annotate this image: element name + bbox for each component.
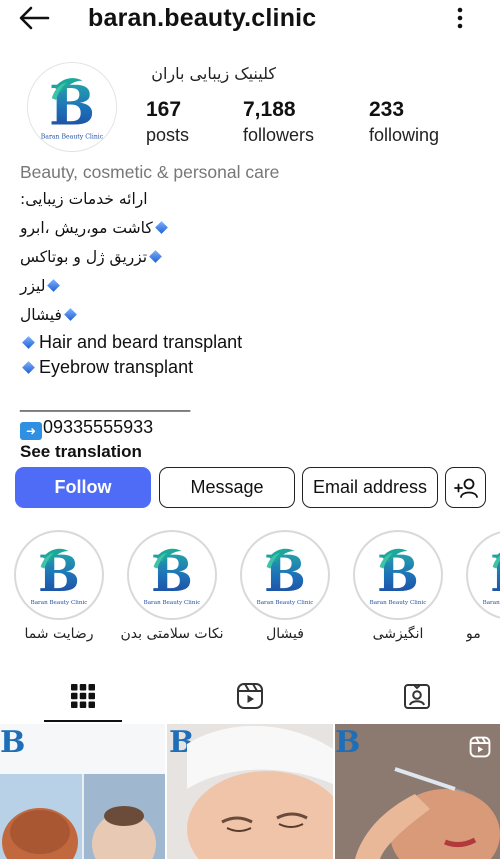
bio-intro: ارائه خدمات زیبایی: [20, 185, 490, 214]
bio-service-item: لیزر [20, 272, 490, 301]
follow-button[interactable]: Follow [15, 467, 151, 508]
diamond-icon [22, 360, 35, 374]
bio-divider: __________________ [20, 393, 191, 412]
highlight-ring [466, 530, 500, 620]
clinic-logo [132, 535, 212, 615]
reels-icon [237, 683, 263, 709]
highlight-ring [127, 530, 217, 620]
posts-stat[interactable]: 167 posts [146, 98, 189, 146]
story-highlight[interactable]: مو [466, 530, 500, 642]
highlight-ring [240, 530, 330, 620]
bio-service-item: کاشت مو،ریش ،ابرو [20, 214, 490, 243]
more-vertical-icon [457, 7, 463, 29]
more-options-button[interactable] [450, 4, 470, 32]
phone-number: 09335555933 [43, 417, 154, 437]
story-highlight[interactable]: رضایت شما [14, 530, 104, 642]
tab-grid[interactable] [0, 668, 166, 724]
add-user-icon [453, 478, 478, 498]
email-address-button[interactable]: Email address [302, 467, 438, 508]
story-highlight[interactable]: نکات سلامتی بدن [121, 530, 223, 642]
arrow-left-icon [19, 6, 50, 30]
bio-intro-text: ارائه خدمات زیبایی: [20, 190, 148, 208]
profile-tabs [0, 668, 500, 724]
posts-count: 167 [146, 98, 182, 121]
grid-icon [71, 684, 95, 708]
clinic-logo [28, 63, 116, 151]
clinic-logo [471, 535, 500, 615]
highlight-ring [14, 530, 104, 620]
facial-treatment-photo: B [167, 724, 333, 859]
active-tab-indicator [44, 720, 122, 722]
bio-service-item: فیشال [20, 301, 490, 330]
diamond-icon [154, 221, 168, 234]
top-bar: baran.beauty.clinic [0, 0, 500, 38]
hair-transplant-photo: B [0, 724, 165, 859]
tagged-user-icon [404, 684, 430, 709]
highlight-label: مو [466, 626, 481, 642]
story-highlight[interactable]: انگیزشی [353, 530, 443, 642]
bio-service-text: Eyebrow transplant [39, 357, 194, 377]
bio-service-text: Hair and beard transplant [39, 332, 243, 352]
clinic-logo [19, 535, 99, 615]
highlight-ring [353, 530, 443, 620]
suggested-accounts-button[interactable] [445, 467, 486, 508]
bio-service-text: فیشال [20, 306, 62, 324]
followers-stat[interactable]: 7,188 followers [243, 98, 314, 146]
profile-bio: Beauty, cosmetic & personal care ارائه خ… [20, 162, 490, 464]
highlight-label: نکات سلامتی بدن [120, 626, 224, 642]
clinic-logo [358, 535, 438, 615]
diamond-icon [47, 279, 61, 292]
bio-service-item: Eyebrow transplant [20, 355, 490, 380]
phone-arrow-icon: ➜ [20, 422, 42, 440]
post-thumbnail[interactable]: B [335, 724, 500, 859]
post-grid: B B B [0, 724, 500, 859]
post-thumbnail[interactable]: B [167, 724, 333, 859]
message-button[interactable]: Message [159, 467, 295, 508]
profile-avatar[interactable] [27, 62, 117, 152]
highlight-label: فیشال [266, 626, 304, 642]
bio-service-item: تزریق ژل و بوتاکس [20, 243, 490, 272]
followers-count: 7,188 [243, 98, 296, 121]
story-highlight[interactable]: فیشال [240, 530, 330, 642]
profile-display-name: کلینیک زیبایی باران [151, 64, 276, 83]
tab-reels[interactable] [167, 668, 333, 724]
reel-indicator-icon [469, 736, 491, 758]
highlight-label: رضایت شما [24, 626, 94, 642]
back-button[interactable] [18, 5, 50, 31]
profile-category: Beauty, cosmetic & personal care [20, 162, 280, 182]
followers-label: followers [243, 125, 315, 145]
clinic-logo [245, 535, 325, 615]
diamond-icon [22, 335, 35, 349]
following-count: 233 [369, 98, 405, 121]
following-label: following [369, 125, 440, 145]
diamond-icon [64, 308, 77, 321]
bio-service-text: کاشت مو،ریش ،ابرو [20, 219, 153, 237]
bio-phone[interactable]: ➜ 09335555933 [20, 414, 490, 440]
bio-service-item: Hair and beard transplant [20, 330, 490, 355]
highlight-label: انگیزشی [372, 626, 424, 642]
tab-tagged[interactable] [334, 668, 500, 724]
profile-username: baran.beauty.clinic [88, 4, 317, 32]
posts-label: posts [146, 125, 190, 145]
following-stat[interactable]: 233 following [369, 98, 439, 146]
diamond-icon [149, 250, 162, 263]
svg-text:B: B [335, 725, 360, 760]
bio-service-text: تزریق ژل و بوتاکس [20, 248, 148, 266]
bio-service-text: لیزر [20, 277, 46, 295]
see-translation-link[interactable]: See translation [20, 440, 490, 464]
svg-text:B: B [0, 725, 25, 760]
post-thumbnail[interactable]: B [0, 724, 165, 859]
